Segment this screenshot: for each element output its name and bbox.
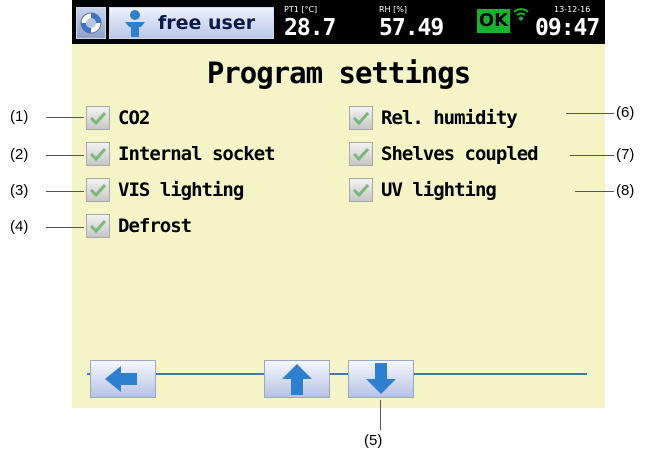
- co2-label: CO2: [118, 107, 150, 129]
- shelves-coupled-label: Shelves coupled: [381, 143, 539, 165]
- callout-3-leader: [46, 191, 84, 192]
- arrow-down-icon: [366, 363, 396, 394]
- callout-8-leader: [575, 191, 614, 192]
- device-screen: free user PT1 [°C] 28.7 RH [%] 57.49 OK …: [72, 0, 605, 408]
- callout-7: (7): [616, 146, 635, 163]
- internal-socket-label: Internal socket: [118, 143, 276, 165]
- callout-7-leader: [570, 155, 614, 156]
- checkmark-icon: [89, 111, 107, 126]
- status-bar: free user PT1 [°C] 28.7 RH [%] 57.49 OK …: [72, 0, 605, 44]
- user-label: free user: [158, 12, 256, 34]
- time-text: 09:47: [535, 15, 600, 41]
- lifebuoy-icon: [80, 12, 102, 34]
- checkmark-icon: [352, 183, 370, 198]
- callout-3: (3): [10, 182, 29, 199]
- temperature-value: 28.7: [284, 15, 336, 41]
- callout-6: (6): [616, 104, 635, 121]
- page-title: Program settings: [206, 56, 471, 90]
- scroll-down-button[interactable]: [348, 360, 414, 398]
- callout-2-leader: [46, 155, 84, 156]
- arrow-left-icon: [105, 366, 137, 392]
- rel-humidity-label: Rel. humidity: [381, 107, 518, 129]
- navigation-line: [87, 373, 587, 375]
- callout-2: (2): [10, 146, 29, 163]
- vis-lighting-label: VIS lighting: [118, 179, 244, 201]
- checkmark-icon: [89, 183, 107, 198]
- defrost-checkbox[interactable]: [86, 214, 110, 238]
- uv-lighting-label: UV lighting: [381, 179, 497, 201]
- checkmark-icon: [352, 147, 370, 162]
- humidity-caption: RH [%]: [379, 5, 407, 14]
- callout-5: (5): [364, 432, 383, 449]
- user-icon: [125, 10, 145, 37]
- user-button[interactable]: free user: [109, 7, 274, 39]
- checkmark-icon: [352, 111, 370, 126]
- back-button[interactable]: [90, 360, 156, 398]
- callout-1: (1): [10, 108, 29, 125]
- temperature-caption: PT1 [°C]: [284, 5, 318, 14]
- defrost-label: Defrost: [118, 215, 192, 237]
- callout-8: (8): [616, 182, 635, 199]
- callout-1-leader: [46, 117, 84, 118]
- checkmark-icon: [89, 147, 107, 162]
- vis-lighting-checkbox[interactable]: [86, 178, 110, 202]
- logo-button[interactable]: [76, 7, 106, 39]
- uv-lighting-checkbox[interactable]: [349, 178, 373, 202]
- internal-socket-checkbox[interactable]: [86, 142, 110, 166]
- callout-6-leader: [566, 113, 614, 114]
- callout-4-leader: [46, 227, 84, 228]
- callout-5-leader: [380, 400, 381, 430]
- humidity-value: 57.49: [379, 15, 444, 41]
- date-text: 13-12-16: [554, 5, 591, 14]
- status-ok-badge: OK: [477, 9, 510, 33]
- arrow-up-icon: [282, 364, 312, 395]
- scroll-up-button[interactable]: [264, 360, 330, 398]
- shelves-coupled-checkbox[interactable]: [349, 142, 373, 166]
- callout-4: (4): [10, 218, 29, 235]
- co2-checkbox[interactable]: [86, 106, 110, 130]
- wifi-icon: [513, 8, 529, 21]
- rel-humidity-checkbox[interactable]: [349, 106, 373, 130]
- checkmark-icon: [89, 219, 107, 234]
